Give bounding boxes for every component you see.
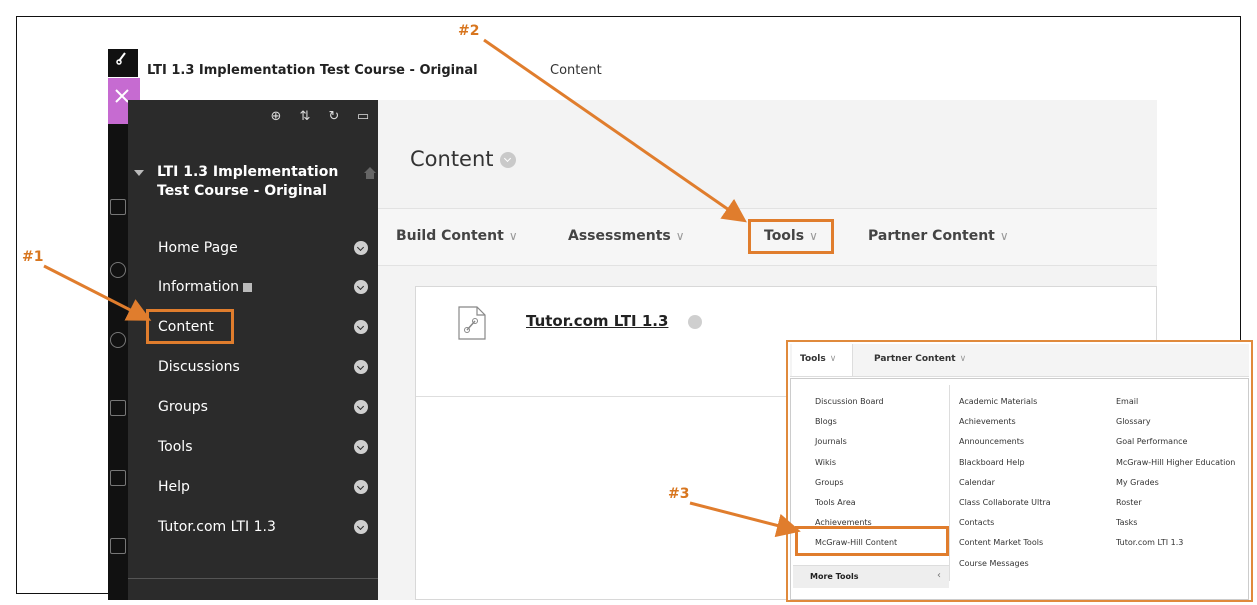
arrow-2 [483, 38, 747, 223]
arrow-1 [43, 264, 152, 321]
arrow-3 [689, 501, 801, 538]
callout-arrows [43, 38, 801, 538]
